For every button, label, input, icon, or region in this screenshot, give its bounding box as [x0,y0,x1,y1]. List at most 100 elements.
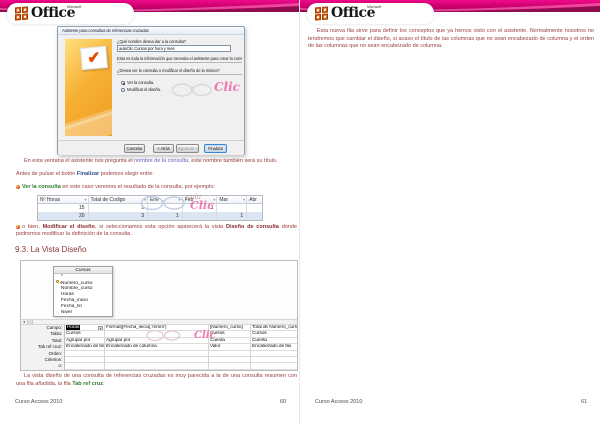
crosstab-result-datasheet: Nº Horas▾ Total de Codigo▾ Ene▾ Feb▾ Mar… [37,195,263,221]
cell[interactable]: 20 [38,212,89,220]
radio-icon[interactable] [121,88,125,92]
office-logo: Microsoft Office [7,3,134,24]
paragraph-before-finish: Antes de pulsar el botón Finalizar podem… [16,171,297,178]
next-button-disabled[interactable]: Siguiente > [176,144,199,153]
radio-ver-la-consulta[interactable]: Ver la consulta. [121,80,154,85]
cell[interactable]: 1 [148,212,183,220]
datasheet-header-row: Nº Horas▾ Total de Codigo▾ Ene▾ Feb▾ Mar… [38,196,262,204]
checkmark-badge-icon: ✔ [80,46,108,70]
radio-modificar-label: Modificar el diseño. [127,87,161,92]
office-label: Office [331,5,375,21]
row-label: o: [21,363,65,369]
dialog-title: Asistente para consultas de referencias … [62,28,149,33]
term-finalizar: Finalizar [77,171,99,177]
term-nombre-consulta: nombre de la consulta [134,158,188,164]
paragraph-vista-diseno: La vista diseño de una consulta de refer… [16,373,297,388]
crosstab-wizard-dialog: Asistente para consultas de referencias … [57,26,245,155]
cell[interactable] [217,204,247,212]
column-header[interactable]: Abr [247,196,262,204]
bullet-icon [16,185,20,189]
grid-cell[interactable] [209,363,251,369]
footer-course-title: Curso Access 2010 [15,399,62,405]
column-dropdown-icon[interactable]: ▾ [243,196,245,204]
paragraph-window-name: En esta ventana el asistente nos pregunt… [16,158,297,165]
column-header[interactable]: Feb▾ [183,196,218,204]
term-modificar-diseno: Modificar el diseño [43,224,95,230]
term-ver-la-consulta: Ver la consulta [22,184,61,190]
column-dropdown-icon[interactable]: ▾ [213,196,215,204]
scrollbar-thumb[interactable] [28,320,33,324]
footer-page-number: 60 [280,399,286,405]
field-item[interactable]: Nivel [54,310,112,316]
column-dropdown-icon[interactable]: ▾ [85,196,87,204]
text-run: La vista diseño de una consulta de refer… [16,373,297,387]
section-heading: 9.3. La Vista Diseño [15,245,86,254]
radio-ver-label: Ver la consulta. [127,80,154,85]
term-diseno-consulta: Diseño de consulta [226,224,279,230]
text-run: , si seleccionamos esta opción aparecerá… [95,224,226,230]
term-tab-ref-cruz: Tab ref cruz [72,381,103,387]
key-icon [56,280,59,283]
cancel-button[interactable]: Cancelar [124,144,145,153]
cell[interactable]: 3 [89,212,148,220]
column-header[interactable]: Ene▾ [148,196,183,204]
bullet-icon [16,225,20,229]
cell[interactable]: 1 [183,204,218,212]
office-label: Office [31,5,75,21]
footer-page-number: 61 [581,399,587,405]
cell[interactable] [247,212,262,220]
radio-modificar-diseno[interactable]: Modificar el diseño. [121,87,161,92]
office-logo: Microsoft Office [307,3,434,24]
office-logo-icon [15,7,28,21]
office-logo-icon [315,7,328,21]
wizard-info-text: Esta es toda la información que necesita… [117,56,242,63]
dropdown-icon[interactable]: ▾ [98,326,103,331]
column-header[interactable]: Mar▾ [217,196,247,204]
text-run: . [103,381,105,387]
back-button[interactable]: < Atrás [153,144,174,153]
bullet-modificar-diseno: o bien, Modificar el diseño, si seleccio… [16,224,297,238]
cell[interactable]: 15 [38,204,89,212]
column-dropdown-icon[interactable]: ▾ [144,196,146,204]
wizard-artwork: ✔ [65,39,112,136]
grid-row-o: o: [21,363,297,369]
radio-selected-icon[interactable] [121,81,125,85]
qbe-grid: Campo: ▾Horas Format([Fecha_inicio],'mmm… [21,325,297,370]
text-run: En esta ventana el asistente nos pregunt… [24,158,134,164]
page-seam [299,0,300,424]
query-name-input[interactable] [117,45,231,52]
page-header: Microsoft Office [0,0,300,27]
text-run: , este nombre también será su título. [188,158,277,164]
check-icon: ✔ [87,49,102,67]
grid-cell[interactable] [65,363,105,369]
dialog-button-bar: Cancelar < Atrás Siguiente > Finalizar [58,140,244,155]
field-list-cursos: Cursos * Numero_curso Nombre_curso Horas… [53,266,113,317]
column-header[interactable]: Nº Horas▾ [38,196,89,204]
table-row: 20 3 1 1 [38,212,262,220]
bullet-ver-consulta: Ver la consulta en este caso veremos el … [16,184,297,191]
dialog-titlebar[interactable]: Asistente para consultas de referencias … [58,27,244,35]
grid-cell[interactable] [105,363,209,369]
finish-button[interactable]: Finalizar [204,144,227,153]
grid-cell[interactable] [251,363,297,369]
view-or-modify-question: ¿Desea ver la consulta o modificar el di… [117,68,242,75]
text-run: podemos elegir entre: [99,171,154,177]
scroll-left-icon[interactable]: ◄ [21,320,28,324]
footer-course-title: Curso Access 2010 [315,399,362,405]
column-dropdown-icon[interactable]: ▾ [179,196,181,204]
text-run: o bien, [22,224,43,230]
cell[interactable]: 1 [217,212,247,220]
cell[interactable] [247,204,262,212]
table-row: 15 1 1 [38,204,262,212]
field-list-title[interactable]: Cursos [54,267,112,274]
page-header: Microsoft Office [300,0,600,27]
book-spread: Microsoft Office Asistente para consulta… [0,0,600,424]
cell[interactable]: 1 [89,204,148,212]
column-header[interactable]: Total de Codigo▾ [89,196,148,204]
text-run: en este caso veremos el resultado de la … [61,184,215,190]
cell[interactable] [183,212,218,220]
page-61: Microsoft Office Esta nueva fila sirve p… [300,0,600,424]
cell[interactable] [148,204,183,212]
page-60: Microsoft Office Asistente para consulta… [0,0,300,424]
paragraph-nueva-fila: Esta nueva fila sirve para definir los c… [308,28,594,51]
